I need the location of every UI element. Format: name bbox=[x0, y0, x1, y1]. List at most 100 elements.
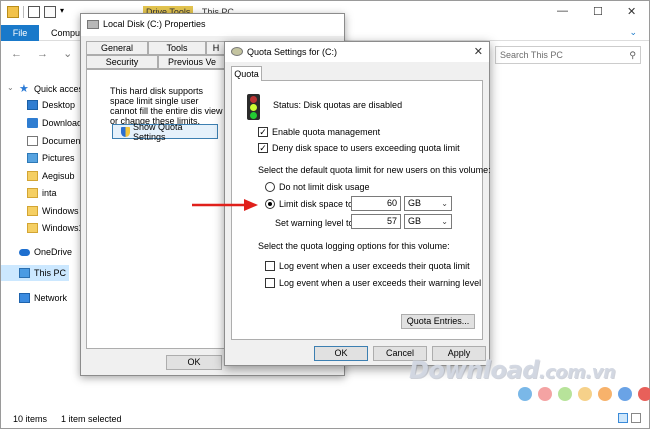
pictures-icon bbox=[27, 153, 38, 163]
document-icon bbox=[27, 136, 38, 146]
dialog-titlebar: Local Disk (C:) Properties bbox=[81, 14, 344, 36]
tab-previous-versions[interactable]: Previous Ve bbox=[158, 55, 226, 69]
warning-value-input[interactable]: 57 bbox=[351, 214, 401, 229]
search-placeholder: Search This PC bbox=[500, 50, 563, 60]
sidebar-item-folder[interactable]: Aegisub bbox=[27, 168, 75, 184]
ok-button[interactable]: OK bbox=[314, 346, 368, 361]
chevron-down-icon[interactable]: ⌄ bbox=[7, 83, 14, 92]
deny-space-checkbox[interactable]: ✓ bbox=[258, 143, 268, 153]
tab-computer[interactable]: Comput bbox=[51, 28, 83, 38]
watermark-dot bbox=[618, 387, 632, 401]
quota-entries-button[interactable]: Quota Entries... bbox=[401, 314, 475, 329]
watermark-dot bbox=[558, 387, 572, 401]
red-arrow-annotation bbox=[192, 199, 258, 211]
minimize-icon[interactable]: — bbox=[557, 5, 568, 17]
sidebar-item-label: inta bbox=[42, 188, 57, 198]
button-label: Show Quota Settings bbox=[132, 121, 183, 142]
download-icon bbox=[27, 118, 38, 128]
sidebar-item-label: Pictures bbox=[42, 153, 75, 163]
star-icon: ★ bbox=[19, 83, 29, 95]
maximize-icon[interactable]: ☐ bbox=[593, 5, 603, 18]
tab-hardware[interactable]: H bbox=[206, 41, 226, 55]
sidebar-item-pictures[interactable]: Pictures bbox=[27, 150, 75, 166]
sidebar-item-downloads[interactable]: Download bbox=[27, 115, 82, 131]
enable-quota-label: Enable quota management bbox=[272, 127, 381, 137]
limit-value-input[interactable]: 60 bbox=[351, 196, 401, 211]
folder-icon[interactable] bbox=[7, 6, 19, 18]
details-view-icon[interactable] bbox=[618, 413, 628, 423]
no-limit-radio[interactable] bbox=[265, 182, 275, 192]
sidebar-item-desktop[interactable]: Desktop bbox=[27, 97, 75, 113]
quota-settings-dialog: Quota Settings for (C:) ✕ Quota Status: … bbox=[224, 41, 491, 366]
watermark-dot bbox=[578, 387, 592, 401]
search-input[interactable]: Search This PC ⚲ bbox=[495, 46, 641, 64]
tab-general[interactable]: General bbox=[86, 41, 148, 55]
disk-icon bbox=[231, 47, 243, 56]
download-watermark-logo: Download.com.vn bbox=[409, 356, 616, 384]
sidebar-item-quick-access[interactable]: ★ Quick acces bbox=[19, 81, 83, 97]
properties-icon[interactable] bbox=[28, 6, 40, 18]
sidebar-item-label: Windows1 bbox=[42, 223, 84, 233]
folder-icon bbox=[27, 188, 38, 198]
log-quota-limit-label: Log event when a user exceeds their quot… bbox=[279, 261, 470, 271]
sidebar-item-documents[interactable]: Document bbox=[27, 133, 83, 149]
sidebar-item-label: Aegisub bbox=[42, 171, 75, 181]
network-icon bbox=[19, 293, 30, 303]
sidebar-item-folder[interactable]: Windows1 bbox=[27, 220, 84, 236]
watermark-dots bbox=[518, 387, 650, 401]
limit-disk-radio[interactable] bbox=[265, 199, 275, 209]
dialog-title: Quota Settings for (C:) bbox=[247, 47, 338, 57]
properties-tabs-row-1: General Tools H bbox=[86, 41, 226, 55]
search-icon: ⚲ bbox=[629, 50, 636, 60]
tab-security[interactable]: Security bbox=[86, 55, 158, 69]
properties-ok-button[interactable]: OK bbox=[166, 355, 222, 370]
watermark-dot bbox=[518, 387, 532, 401]
quota-description: This hard disk supports space limit sing… bbox=[110, 86, 223, 126]
close-icon[interactable]: ✕ bbox=[474, 45, 483, 58]
watermark-suffix: .com.vn bbox=[538, 362, 616, 383]
sidebar-item-label: OneDrive bbox=[34, 247, 73, 257]
sidebar-item-label: Quick acces bbox=[34, 84, 84, 94]
large-icons-view-icon[interactable] bbox=[631, 413, 641, 423]
warning-unit-select[interactable]: GB ⌄ bbox=[404, 214, 452, 229]
sidebar-item-folder[interactable]: Windows 1 bbox=[27, 203, 86, 219]
shield-icon bbox=[121, 126, 130, 137]
folder-icon bbox=[27, 223, 38, 233]
chevron-down-icon[interactable]: ▾ bbox=[60, 6, 68, 18]
computer-icon bbox=[19, 268, 30, 278]
log-warning-level-checkbox[interactable] bbox=[265, 278, 275, 288]
folder-icon bbox=[27, 206, 38, 216]
status-bar: 10 items 1 item selected bbox=[1, 410, 649, 428]
sidebar-item-folder[interactable]: inta bbox=[27, 185, 57, 201]
watermark-text: Download bbox=[409, 356, 539, 384]
new-folder-icon[interactable] bbox=[44, 6, 56, 18]
show-quota-settings-button[interactable]: Show Quota Settings bbox=[112, 121, 218, 142]
ribbon-expand-icon[interactable]: ⌄ bbox=[629, 27, 637, 38]
traffic-light-icon bbox=[247, 94, 260, 120]
tab-tools[interactable]: Tools bbox=[148, 41, 206, 55]
view-toggle bbox=[618, 413, 641, 423]
quota-status: Status: Disk quotas are disabled bbox=[273, 100, 403, 110]
sidebar-item-onedrive[interactable]: OneDrive bbox=[19, 244, 72, 260]
quick-access-toolbar: ▾ bbox=[7, 6, 68, 18]
tab-quota[interactable]: Quota bbox=[231, 66, 262, 81]
disk-icon bbox=[87, 20, 99, 29]
log-quota-limit-checkbox[interactable] bbox=[265, 261, 275, 271]
divider bbox=[23, 6, 24, 18]
sidebar-item-this-pc[interactable]: This PC bbox=[1, 265, 69, 281]
warning-level-label: Set warning level to bbox=[275, 218, 354, 228]
limit-unit-select[interactable]: GB ⌄ bbox=[404, 196, 452, 211]
deny-space-label: Deny disk space to users exceeding quota… bbox=[272, 143, 460, 153]
limit-disk-label: Limit disk space to bbox=[279, 199, 354, 209]
default-limit-heading: Select the default quota limit for new u… bbox=[258, 165, 491, 175]
select-value: GB bbox=[408, 198, 422, 208]
cloud-icon bbox=[19, 248, 30, 256]
watermark-dot bbox=[638, 387, 650, 401]
enable-quota-checkbox[interactable]: ✓ bbox=[258, 127, 268, 137]
sidebar-item-network[interactable]: Network bbox=[19, 290, 67, 306]
close-icon[interactable]: ✕ bbox=[627, 5, 636, 18]
chevron-down-icon: ⌄ bbox=[441, 199, 448, 208]
tab-file[interactable]: File bbox=[1, 25, 39, 41]
log-warning-level-label: Log event when a user exceeds their warn… bbox=[279, 278, 482, 288]
chevron-down-icon: ⌄ bbox=[441, 217, 448, 226]
